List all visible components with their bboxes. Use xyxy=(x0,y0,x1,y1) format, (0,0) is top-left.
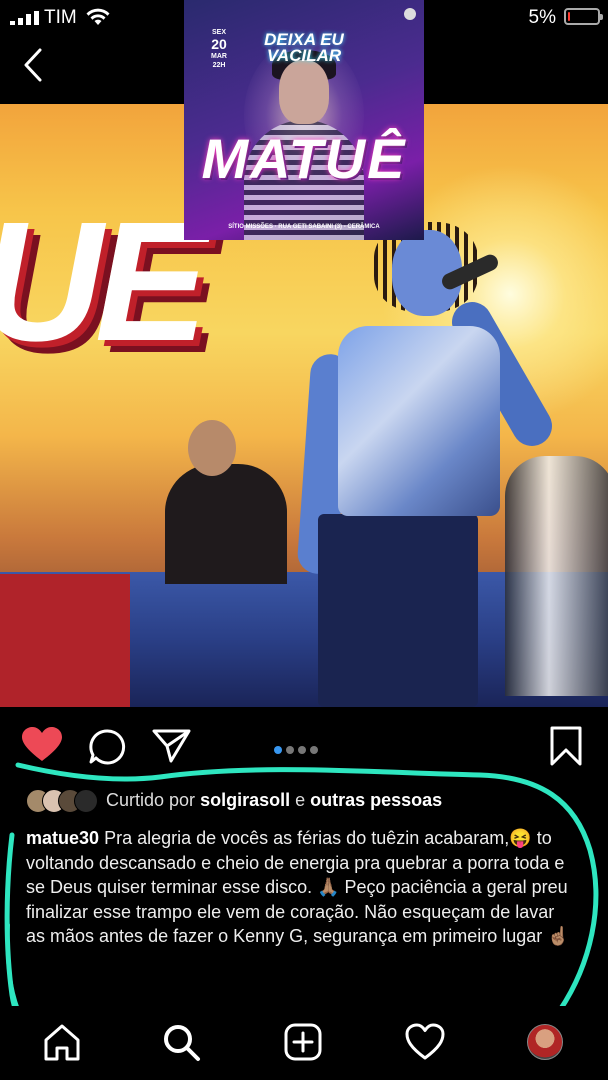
comment-icon[interactable] xyxy=(88,728,126,766)
home-icon[interactable] xyxy=(42,1022,82,1062)
liker-username[interactable]: solgirasoll xyxy=(200,790,290,810)
stage-screen-lettering: UE xyxy=(0,187,208,377)
likes-text: Curtido por solgirasoll e outras pessoas xyxy=(106,790,442,811)
post-caption: matue30 Pra alegria de vocês as férias d… xyxy=(26,826,576,949)
likes-others[interactable]: outras pessoas xyxy=(310,790,442,810)
battery-percentage: 5% xyxy=(528,7,556,28)
profile-avatar[interactable] xyxy=(527,1024,563,1060)
signal-bars-icon xyxy=(10,11,39,25)
flyer-footer: SÍTIO MISSÕES · RUA GETI SABAINI (3) - C… xyxy=(228,224,380,230)
liker-avatars xyxy=(26,789,98,813)
carousel-dot xyxy=(310,746,318,754)
liker-avatar xyxy=(74,789,98,813)
heart-icon[interactable] xyxy=(405,1022,445,1062)
search-icon[interactable] xyxy=(161,1022,201,1062)
dj-body xyxy=(165,464,287,584)
wifi-icon xyxy=(86,8,110,25)
stage-side xyxy=(0,574,130,707)
flyer-artist-face xyxy=(279,60,329,124)
flyer-title: DEIXA EU VACILAR xyxy=(184,31,424,65)
tab-bar xyxy=(0,1006,608,1080)
carousel-dot xyxy=(298,746,306,754)
battery-level-fill xyxy=(568,12,570,21)
plus-square-icon[interactable] xyxy=(283,1022,323,1062)
battery-icon xyxy=(564,8,603,25)
post-actions xyxy=(0,712,608,780)
event-flyer: SEX 20 MAR 22H DEIXA EU VACILAR MATUÊ SÍ… xyxy=(184,0,424,240)
flyer-artist-name: MATUÊ xyxy=(201,127,407,190)
back-button[interactable] xyxy=(18,46,48,84)
likes-row[interactable]: Curtido por solgirasoll e outras pessoas xyxy=(26,786,596,816)
carousel-indicator xyxy=(274,741,322,759)
carousel-dot xyxy=(286,746,294,754)
carrier-name: TIM xyxy=(44,7,77,28)
dj-head xyxy=(188,420,236,476)
background-person xyxy=(505,456,608,696)
caption-text: Pra alegria de vocês as férias do tuêzin… xyxy=(26,828,570,946)
carousel-dot xyxy=(274,746,282,754)
bookmark-icon[interactable] xyxy=(550,726,582,766)
paper-plane-icon[interactable] xyxy=(152,728,192,764)
likes-prefix: Curtido por xyxy=(106,790,196,810)
performer-pants xyxy=(318,514,478,707)
flyer-title-line2: VACILAR xyxy=(266,46,342,65)
likes-connector: e xyxy=(295,790,306,810)
performer-vest xyxy=(338,326,500,516)
heart-filled-icon[interactable] xyxy=(22,727,62,763)
flyer-logo xyxy=(404,8,416,20)
caption-username[interactable]: matue30 xyxy=(26,828,99,848)
